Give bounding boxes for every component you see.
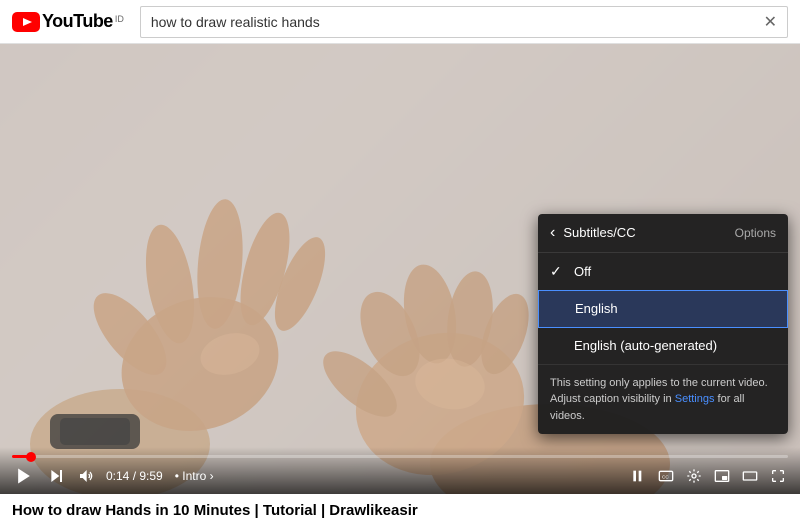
search-clear-icon[interactable]: ✕ [764,12,777,32]
check-icon: ✓ [550,263,566,280]
pause-icon [630,468,646,484]
right-controls: CC [628,466,788,486]
subtitle-english-label: English [575,301,618,316]
search-bar: ✕ [140,6,788,38]
volume-button[interactable] [76,466,96,486]
next-button[interactable] [46,466,66,486]
subtitle-option-english[interactable]: English [538,290,788,328]
youtube-country: ID [115,14,124,24]
fullscreen-button[interactable] [768,466,788,486]
gear-icon [686,468,702,484]
subtitle-off-label: Off [574,264,591,279]
time-current: 0:14 [106,469,129,483]
time-display: 0:14 / 9:59 [106,469,163,483]
header: YouTube ID ✕ [0,0,800,44]
miniplayer-icon [714,468,730,484]
pause-button[interactable] [628,466,648,486]
settings-button[interactable] [684,466,704,486]
youtube-icon [12,12,40,32]
fullscreen-icon [770,468,786,484]
miniplayer-button[interactable] [712,466,732,486]
video-title-bar: How to draw Hands in 10 Minutes | Tutori… [0,494,800,524]
volume-icon [78,468,94,484]
subtitles-popup: ‹ Subtitles/CC Options ✓ Off English Eng… [538,214,788,435]
youtube-text: YouTube [42,11,113,32]
time-total: 9:59 [139,469,162,483]
popup-header: ‹ Subtitles/CC Options [538,214,788,253]
popup-options-button[interactable]: Options [735,226,776,240]
controls-row: 0:14 / 9:59 • Intro › [12,464,788,488]
progress-dot [26,452,36,462]
popup-title: Subtitles/CC [563,225,734,240]
popup-note: This setting only applies to the current… [538,364,788,435]
play-button[interactable] [12,464,36,488]
svg-text:CC: CC [662,475,669,480]
captions-button[interactable]: CC [656,466,676,486]
popup-settings-link[interactable]: Settings [675,393,715,405]
chapter-badge: • Intro › [175,469,214,483]
youtube-logo[interactable]: YouTube ID [12,11,124,32]
check-icon-english [551,301,567,317]
subtitle-auto-label: English (auto-generated) [574,338,717,353]
next-icon [48,468,64,484]
subtitle-option-off[interactable]: ✓ Off [538,253,788,290]
popup-back-button[interactable]: ‹ [550,224,555,242]
progress-bar[interactable] [12,455,788,458]
video-controls: 0:14 / 9:59 • Intro › [0,447,800,494]
video-title[interactable]: How to draw Hands in 10 Minutes | Tutori… [12,502,418,519]
theater-icon [742,468,758,484]
subtitle-option-english-auto[interactable]: English (auto-generated) [538,328,788,364]
play-icon [14,466,34,486]
search-input[interactable] [151,14,758,30]
theater-button[interactable] [740,466,760,486]
captions-icon: CC [658,468,674,484]
video-player[interactable]: ‹ Subtitles/CC Options ✓ Off English Eng… [0,44,800,494]
check-icon-auto [550,338,566,354]
